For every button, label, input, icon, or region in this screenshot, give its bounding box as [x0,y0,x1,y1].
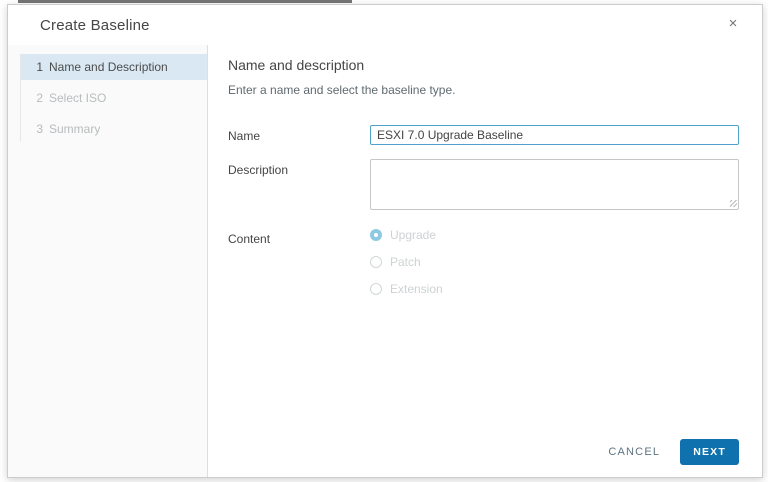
dialog-title: Create Baseline [40,16,150,34]
step-label: Name and Description [49,60,168,74]
radio-label: Upgrade [390,228,437,242]
baseline-form: Name Description Content [228,125,739,323]
radio-extension: Extension [370,282,739,296]
dialog-header: Create Baseline × [8,5,762,45]
step-number: 2 [36,91,43,105]
create-baseline-dialog: Create Baseline × 1 Name and Description… [7,4,763,478]
radio-label: Patch [390,255,421,269]
background-app-header-remnant [18,0,352,3]
dialog-body: 1 Name and Description 2 Select ISO 3 Su… [8,45,762,477]
next-button[interactable]: NEXT [680,439,739,465]
radio-selected-icon [370,229,382,241]
baseline-name-input[interactable] [370,125,739,145]
radio-unselected-icon [370,256,382,268]
radio-label: Extension [390,282,443,296]
dialog-footer: CANCEL NEXT [604,439,739,465]
wizard-steps-sidebar: 1 Name and Description 2 Select ISO 3 Su… [8,45,208,477]
description-label: Description [228,163,289,177]
step-label: Select ISO [49,91,107,105]
step-select-iso: 2 Select ISO [21,85,207,111]
name-row: Name [228,125,739,145]
radio-upgrade: Upgrade [370,228,739,242]
close-icon[interactable]: × [724,16,742,34]
step-label: Summary [49,122,101,136]
baseline-description-textarea[interactable] [370,159,739,210]
radio-patch: Patch [370,255,739,269]
page-title: Name and description [228,57,365,73]
step-name-and-description[interactable]: 1 Name and Description [21,54,207,80]
textarea-resize-handle[interactable] [730,200,737,207]
description-row: Description [228,159,739,210]
content-type-row: Content Upgrade Patch Extension [228,228,739,309]
wizard-content-pane: Name and description Enter a name and se… [208,45,762,477]
radio-unselected-icon [370,283,382,295]
cancel-button[interactable]: CANCEL [604,440,664,464]
step-number: 1 [36,60,43,74]
step-summary: 3 Summary [21,116,207,142]
content-label: Content [228,232,271,246]
name-label: Name [228,129,261,143]
step-number: 3 [36,122,43,136]
page-subtitle: Enter a name and select the baseline typ… [228,83,456,97]
step-list: 1 Name and Description 2 Select ISO 3 Su… [20,54,207,142]
